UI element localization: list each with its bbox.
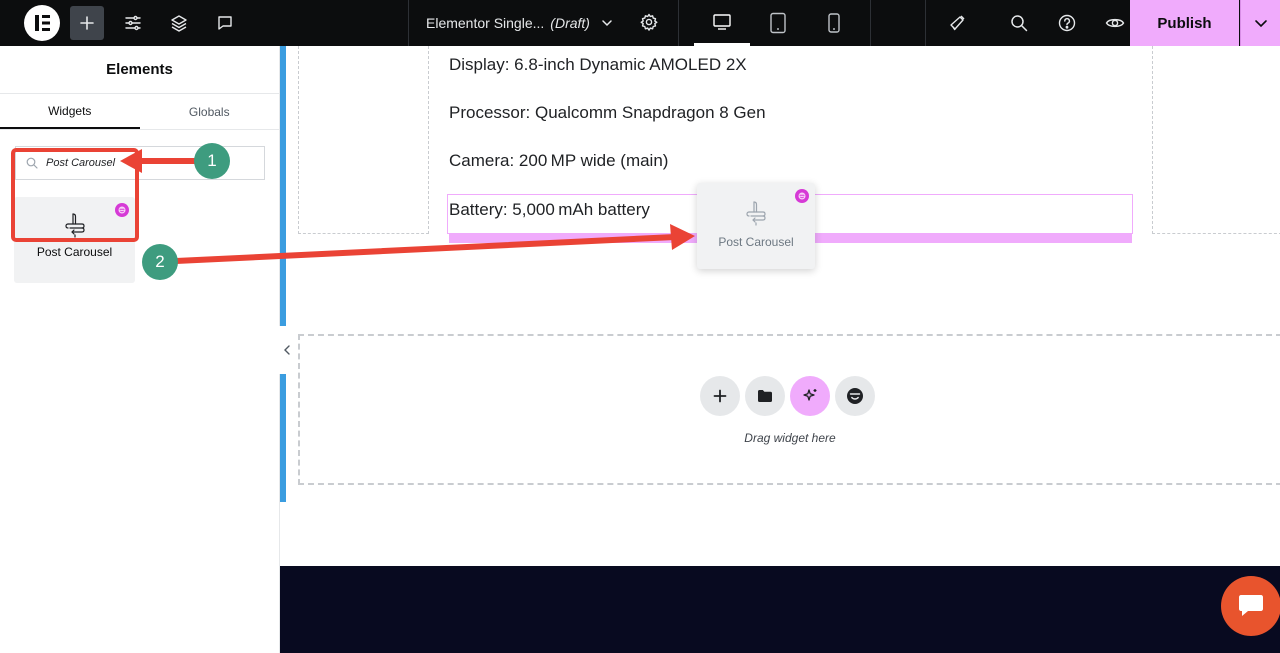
folder-icon — [758, 390, 772, 402]
add-template-button[interactable] — [745, 376, 785, 416]
eye-icon — [1105, 18, 1125, 28]
structure-button[interactable] — [162, 6, 196, 40]
chevron-left-icon — [284, 345, 290, 355]
notes-button[interactable] — [208, 6, 242, 40]
add-element-button[interactable] — [70, 6, 104, 40]
chevron-down-icon — [1254, 20, 1267, 28]
chat-icon — [1239, 595, 1263, 616]
megaphone-icon — [950, 15, 965, 31]
comment-icon — [218, 16, 232, 30]
widget-label: Post Carousel — [718, 235, 794, 249]
sliders-icon — [125, 15, 141, 31]
finder-button[interactable] — [1002, 6, 1036, 40]
divider — [925, 0, 926, 46]
desktop-mode-button[interactable] — [694, 0, 750, 46]
top-bar: Elementor Single... (Draft) Publish — [0, 0, 1280, 46]
collapse-panel-button[interactable] — [279, 326, 295, 374]
panel-tabs: Widgets Globals — [0, 94, 279, 130]
gear-icon — [640, 13, 658, 31]
document-title-menu[interactable]: Elementor Single... (Draft) — [408, 0, 679, 46]
plus-icon — [80, 16, 94, 30]
add-section-buttons — [700, 376, 875, 416]
footer-section[interactable] — [280, 566, 1280, 653]
mobile-mode-button[interactable] — [806, 0, 862, 46]
tablet-mode-button[interactable] — [750, 0, 806, 46]
section-selection-edge — [280, 46, 286, 502]
chevron-down-icon — [600, 16, 614, 30]
tablet-icon — [770, 12, 786, 34]
pro-badge-icon — [795, 189, 809, 203]
spec-processor: Processor: Qualcomm Snapdragon 8 Gen — [449, 103, 766, 122]
sparkles-icon — [803, 389, 817, 401]
elements-panel: Elements Widgets Globals Post Carousel — [0, 46, 280, 653]
post-carousel-icon — [746, 201, 766, 226]
spec-display: Display: 6.8-inch Dynamic AMOLED 2X — [449, 55, 747, 74]
document-status: (Draft) — [550, 15, 590, 31]
help-button[interactable] — [1050, 6, 1084, 40]
desktop-icon — [713, 13, 731, 30]
add-section-button[interactable] — [700, 376, 740, 416]
dragged-widget-ghost[interactable]: Post Carousel — [697, 183, 815, 269]
ai-generate-button[interactable] — [790, 376, 830, 416]
column-left[interactable] — [298, 46, 429, 234]
face-icon — [847, 388, 863, 404]
document-title: Elementor Single... — [426, 15, 545, 31]
page-settings-button[interactable] — [639, 12, 659, 35]
site-settings-button[interactable] — [116, 6, 150, 40]
top-bar-right — [940, 6, 1132, 40]
publish-button[interactable]: Publish — [1130, 0, 1239, 46]
publish-options-button[interactable] — [1240, 0, 1280, 46]
kit-library-button[interactable] — [835, 376, 875, 416]
whats-new-button[interactable] — [940, 6, 974, 40]
annotation-step-1-badge: 1 — [194, 143, 230, 179]
layers-icon — [171, 15, 187, 32]
column-right[interactable] — [1152, 46, 1280, 234]
tab-widgets[interactable]: Widgets — [0, 94, 140, 129]
top-bar-left — [0, 0, 242, 46]
panel-title: Elements — [0, 46, 279, 94]
annotation-step-2-badge: 2 — [142, 244, 178, 280]
drag-hint: Drag widget here — [744, 431, 836, 445]
preview-button[interactable] — [1098, 6, 1132, 40]
plus-icon — [713, 389, 727, 403]
search-icon — [1011, 15, 1028, 32]
mobile-icon — [828, 13, 840, 33]
spec-camera: Camera: 200 MP wide (main) — [449, 151, 669, 170]
spec-battery: Battery: 5,000 mAh battery — [449, 200, 650, 219]
tab-globals[interactable]: Globals — [140, 94, 280, 129]
help-icon — [1058, 14, 1076, 32]
annotation-highlight-box — [11, 148, 139, 242]
chat-widget-button[interactable] — [1221, 576, 1280, 636]
divider — [870, 0, 871, 46]
elementor-logo[interactable] — [24, 5, 60, 41]
widget-label: Post Carousel — [36, 245, 113, 259]
responsive-mode-switcher — [694, 0, 862, 46]
